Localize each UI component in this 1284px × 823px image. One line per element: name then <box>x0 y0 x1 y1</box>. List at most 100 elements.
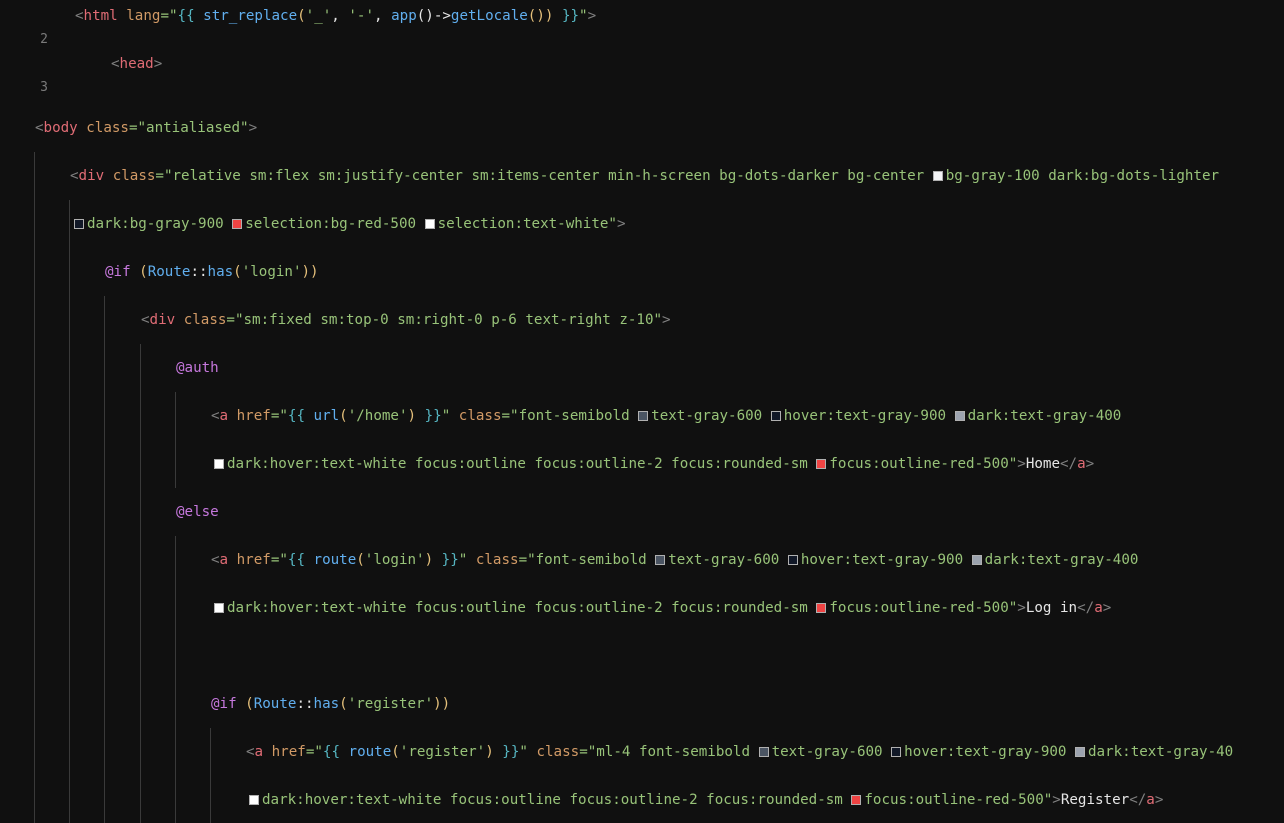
code-line[interactable]: 3 <head> <box>0 52 1284 95</box>
code-line[interactable]: dark:hover:text-white focus:outline focu… <box>0 596 1284 620</box>
token: > <box>1085 456 1095 472</box>
token: focus:outline-red-500" <box>864 792 1053 808</box>
code-line[interactable]: <a href="{{ route('register') }}" class=… <box>0 740 1284 764</box>
color-swatch-white[interactable] <box>249 795 259 805</box>
code-line[interactable]: @auth <box>0 356 1284 380</box>
code-text: <div class="relative sm:flex sm:justify-… <box>70 164 1219 188</box>
token: {{ <box>287 408 305 424</box>
token: focus:outline-red-500" <box>829 456 1018 472</box>
color-swatch-gray-400[interactable] <box>971 555 982 565</box>
token: > <box>1102 600 1112 616</box>
code-text: <head> <box>111 52 162 76</box>
token: =" <box>270 552 288 568</box>
code-line[interactable]: @if (Route::has('register')) <box>0 692 1284 716</box>
token: 'login' <box>241 264 302 280</box>
token: route <box>340 744 392 760</box>
token: :: <box>190 264 208 280</box>
code-line[interactable]: dark:hover:text-white focus:outline focu… <box>0 452 1284 476</box>
token: Log in <box>1025 600 1078 616</box>
token: text-gray-600 <box>771 744 892 760</box>
token: :: <box>296 696 314 712</box>
token: dark:hover:text-white focus:outline focu… <box>262 792 852 808</box>
code-text: @else <box>176 500 219 524</box>
token: ="antialiased" <box>128 120 249 136</box>
token: getLocale <box>450 8 528 24</box>
token: > <box>662 312 671 328</box>
color-swatch-white[interactable] <box>214 459 224 469</box>
code-line[interactable]: <div class="relative sm:flex sm:justify-… <box>0 164 1284 188</box>
token: =" <box>305 744 323 760</box>
token: class <box>527 744 580 760</box>
code-editor[interactable]: 2 <html lang="{{ str_replace('_', '-', a… <box>0 0 1284 823</box>
token: @if <box>105 264 131 280</box>
token: str_replace <box>194 8 298 24</box>
token: > <box>153 56 163 72</box>
color-swatch-gray-900[interactable] <box>787 555 798 565</box>
token: hover:text-gray-900 <box>783 408 955 424</box>
color-swatch-gray-100[interactable] <box>932 171 943 181</box>
token: )) <box>433 696 451 712</box>
code-line[interactable]: <div class="sm:fixed sm:top-0 sm:right-0… <box>0 308 1284 332</box>
token: < <box>111 56 120 72</box>
token: < <box>75 8 84 24</box>
token: > <box>1017 600 1026 616</box>
token: }} <box>493 744 520 760</box>
code-line[interactable]: @if (Route::has('login')) <box>0 260 1284 284</box>
color-swatch-gray-400[interactable] <box>1075 747 1085 757</box>
code-line[interactable]: <a href="{{ url('/home') }}" class="font… <box>0 404 1284 428</box>
color-swatch-gray-900[interactable] <box>74 219 84 229</box>
color-swatch-white[interactable] <box>214 603 224 613</box>
token: ="ml-4 font-semibold <box>579 744 759 760</box>
token: {{ <box>287 552 305 568</box>
token: bg-gray-100 dark:bg-dots-lighter <box>945 168 1220 184</box>
token: ( <box>339 696 348 712</box>
color-swatch-red-500[interactable] <box>816 603 827 613</box>
code-text: @if (Route::has('login')) <box>105 260 319 284</box>
token: text-gray-600 <box>668 552 788 568</box>
color-swatch-white[interactable] <box>424 219 435 229</box>
code-line[interactable]: @else <box>0 500 1284 524</box>
token: ) <box>424 552 434 568</box>
token: }} <box>416 408 442 424</box>
color-swatch-red-500[interactable] <box>851 795 862 805</box>
token: ="font-semibold <box>518 552 656 568</box>
code-line[interactable]: <a href="{{ route('login') }}" class="fo… <box>0 548 1284 572</box>
token: " <box>519 744 528 760</box>
token: class <box>104 168 156 184</box>
token: </ <box>1129 792 1147 808</box>
color-swatch-gray-600[interactable] <box>758 747 769 757</box>
line-number: 2 <box>40 32 48 47</box>
token: < <box>141 312 150 328</box>
token: app <box>391 8 417 24</box>
color-swatch-gray-900[interactable] <box>891 747 902 757</box>
token: has <box>207 264 234 280</box>
color-swatch-gray-600[interactable] <box>638 411 649 421</box>
token: </ <box>1077 600 1095 616</box>
color-swatch-red-500[interactable] <box>816 459 827 469</box>
token: selection:text-white" <box>437 216 617 232</box>
token: {{ <box>322 744 340 760</box>
code-text: <a href="{{ route('register') }}" class=… <box>246 740 1233 764</box>
code-line[interactable]: <body class="antialiased"> <box>0 116 1284 140</box>
code-line[interactable]: 2 <html lang="{{ str_replace('_', '-', a… <box>0 4 1284 47</box>
code-text: dark:bg-gray-900 selection:bg-red-500 se… <box>74 212 626 236</box>
token: > <box>616 216 626 232</box>
token: dark:hover:text-white focus:outline focu… <box>227 456 817 472</box>
token: lang <box>117 8 161 24</box>
token: , <box>331 8 349 24</box>
code-line[interactable]: dark:bg-gray-900 selection:bg-red-500 se… <box>0 212 1284 236</box>
color-swatch-gray-900[interactable] <box>770 411 781 421</box>
color-swatch-gray-400[interactable] <box>954 411 965 421</box>
token: dark:text-gray-40 <box>1088 744 1234 760</box>
token: '_' <box>305 8 332 24</box>
token: ( <box>339 408 348 424</box>
token: > <box>1052 792 1061 808</box>
token: dark:text-gray-400 <box>967 408 1122 424</box>
token: head <box>119 56 154 72</box>
code-line[interactable]: dark:hover:text-white focus:outline focu… <box>0 788 1284 812</box>
color-swatch-red-500[interactable] <box>232 219 243 229</box>
color-swatch-gray-600[interactable] <box>655 555 666 565</box>
token: < <box>70 168 79 184</box>
code-text: <a href="{{ route('login') }}" class="fo… <box>211 548 1138 572</box>
token: a <box>219 552 229 568</box>
